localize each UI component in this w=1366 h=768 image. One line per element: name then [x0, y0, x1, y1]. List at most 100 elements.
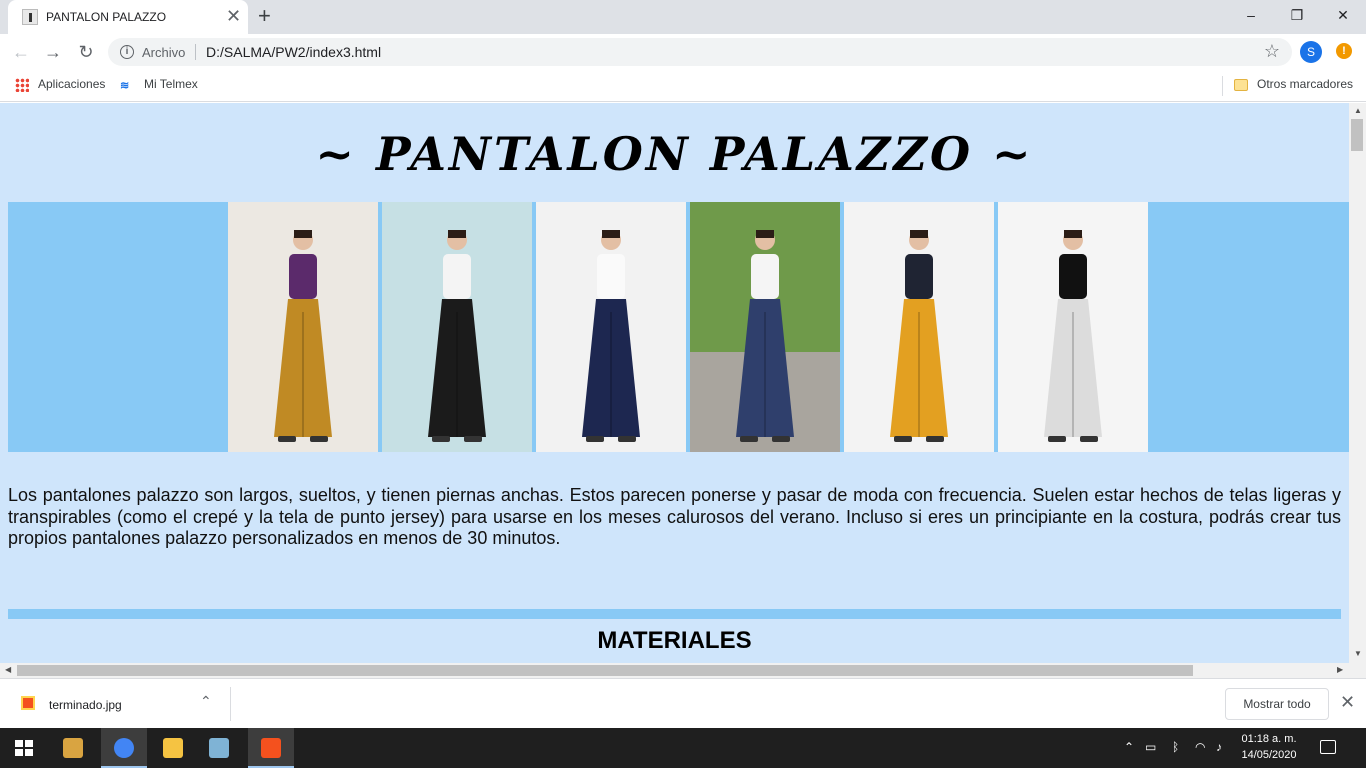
- model-hair: [294, 230, 312, 238]
- model-shoe-left: [278, 436, 296, 442]
- model-shoe-right: [464, 436, 482, 442]
- gallery-photo-2: [382, 202, 532, 452]
- model-shoe-left: [586, 436, 604, 442]
- gallery-photo-6: [998, 202, 1148, 452]
- model-shoe-right: [310, 436, 328, 442]
- gallery-photo-4: [690, 202, 840, 452]
- model-top: [905, 254, 933, 299]
- omnibox-divider: [195, 44, 196, 60]
- windows-taskbar: ⌃ ▭ ᛒ ◠ ♪ 01:18 a. m. 14/05/2020: [0, 728, 1366, 768]
- bookmark-apps[interactable]: Aplicaciones: [38, 77, 105, 91]
- browser-toolbar: ← → ↻ i Archivo D:/SALMA/PW2/index3.html…: [0, 34, 1366, 70]
- telmex-icon: ≋: [120, 80, 130, 92]
- forward-button[interactable]: →: [41, 40, 65, 64]
- clock-time: 01:18 a. m.: [1241, 733, 1297, 745]
- taskbar-file-explorer[interactable]: [150, 728, 196, 768]
- window-close-button[interactable]: ✕: [1320, 0, 1366, 30]
- profile-avatar[interactable]: S: [1300, 41, 1322, 63]
- media-player-icon: [63, 738, 83, 758]
- taskbar-media-player[interactable]: [50, 728, 96, 768]
- model-shoe-right: [926, 436, 944, 442]
- tab-strip: PANTALON PALAZZO ✕ + – ❐ ✕: [0, 0, 1366, 34]
- model-shoe-right: [1080, 436, 1098, 442]
- taskbar-chrome[interactable]: [101, 728, 147, 768]
- chevron-up-icon[interactable]: ⌃: [200, 693, 212, 710]
- page-viewport: ~ PANTALON PALAZZO ~ Los pantalones pala…: [0, 103, 1349, 663]
- file-explorer-icon: [163, 738, 183, 758]
- model-top: [597, 254, 625, 299]
- battery-icon[interactable]: ▭: [1145, 740, 1156, 754]
- model-shoe-left: [894, 436, 912, 442]
- scroll-down-icon[interactable]: ▼: [1354, 649, 1362, 658]
- model-shoe-left: [1048, 436, 1066, 442]
- taskbar-paint[interactable]: [248, 728, 294, 768]
- gallery-photo-3: [536, 202, 686, 452]
- maximize-button[interactable]: ❐: [1274, 0, 1320, 30]
- show-all-button[interactable]: Mostrar todo: [1225, 688, 1329, 720]
- clock[interactable]: 01:18 a. m. 14/05/2020: [1240, 731, 1298, 763]
- section-title-materiales: MATERIALES: [597, 627, 752, 654]
- show-hidden-icons-icon[interactable]: ⌃: [1124, 740, 1134, 754]
- vertical-scrollbar[interactable]: ▲ ▼: [1349, 103, 1366, 663]
- horizontal-scrollbar[interactable]: ◀ ▶: [0, 663, 1366, 678]
- new-tab-button[interactable]: +: [258, 5, 271, 27]
- model-top: [751, 254, 779, 299]
- folder-icon: [1234, 79, 1248, 91]
- update-alert-icon[interactable]: !: [1336, 43, 1352, 59]
- image-file-icon: [21, 696, 35, 710]
- apps-grid-icon[interactable]: [15, 78, 29, 92]
- model-top: [289, 254, 317, 299]
- model-hair: [910, 230, 928, 238]
- tab-close-icon[interactable]: ✕: [226, 7, 241, 25]
- gallery-photo-5: [844, 202, 994, 452]
- horizontal-scroll-thumb[interactable]: [17, 665, 1193, 676]
- model-hair: [1064, 230, 1082, 238]
- download-bar: terminado.jpg ⌃ Mostrar todo ✕: [0, 678, 1366, 728]
- back-button[interactable]: ←: [9, 40, 33, 64]
- notepad-icon: [209, 738, 229, 758]
- paint-icon: [261, 738, 281, 758]
- taskbar-notepad[interactable]: [196, 728, 242, 768]
- start-button[interactable]: [0, 728, 48, 768]
- bookmarks-bar: Aplicaciones ≋ Mi Telmex Otros marcadore…: [0, 70, 1366, 102]
- bookmark-star-icon[interactable]: ☆: [1264, 41, 1280, 62]
- scroll-right-icon[interactable]: ▶: [1337, 665, 1343, 674]
- address-bar[interactable]: i Archivo D:/SALMA/PW2/index3.html ☆: [108, 38, 1292, 66]
- clock-date: 14/05/2020: [1241, 749, 1297, 761]
- model-hair: [756, 230, 774, 238]
- notifications-icon[interactable]: [1320, 740, 1336, 754]
- security-label: Archivo: [142, 45, 186, 60]
- download-divider: [230, 687, 231, 721]
- bookmark-other[interactable]: Otros marcadores: [1257, 77, 1353, 91]
- volume-icon[interactable]: ♪: [1216, 740, 1222, 754]
- section-divider: [8, 609, 1341, 619]
- gallery-photo-1: [228, 202, 378, 452]
- bluetooth-icon[interactable]: ᛒ: [1172, 740, 1179, 754]
- bookmark-telmex[interactable]: Mi Telmex: [144, 77, 198, 91]
- close-download-bar-icon[interactable]: ✕: [1340, 692, 1355, 713]
- url-text[interactable]: D:/SALMA/PW2/index3.html: [206, 44, 381, 60]
- model-top: [1059, 254, 1087, 299]
- scroll-left-icon[interactable]: ◀: [5, 665, 11, 674]
- model-top: [443, 254, 471, 299]
- vertical-scroll-thumb[interactable]: [1351, 119, 1363, 151]
- chrome-icon: [114, 738, 134, 758]
- wifi-icon[interactable]: ◠: [1195, 740, 1205, 754]
- windows-logo-icon: [15, 740, 33, 756]
- model-shoe-right: [772, 436, 790, 442]
- page-favicon-icon: [22, 9, 38, 25]
- download-item[interactable]: terminado.jpg: [49, 698, 122, 712]
- description-paragraph: Los pantalones palazzo son largos, suelt…: [8, 485, 1341, 548]
- photo-gallery: [8, 202, 1349, 452]
- reload-button[interactable]: ↻: [74, 40, 98, 64]
- browser-tab[interactable]: PANTALON PALAZZO ✕: [8, 0, 248, 34]
- tab-title: PANTALON PALAZZO: [46, 10, 167, 24]
- model-shoe-left: [432, 436, 450, 442]
- model-hair: [602, 230, 620, 238]
- model-shoe-left: [740, 436, 758, 442]
- site-info-icon[interactable]: i: [120, 45, 134, 59]
- page-title: ~ PANTALON PALAZZO ~: [315, 127, 1034, 181]
- bookmarks-divider: [1222, 76, 1223, 96]
- scroll-up-icon[interactable]: ▲: [1354, 106, 1362, 115]
- minimize-button[interactable]: –: [1228, 0, 1274, 30]
